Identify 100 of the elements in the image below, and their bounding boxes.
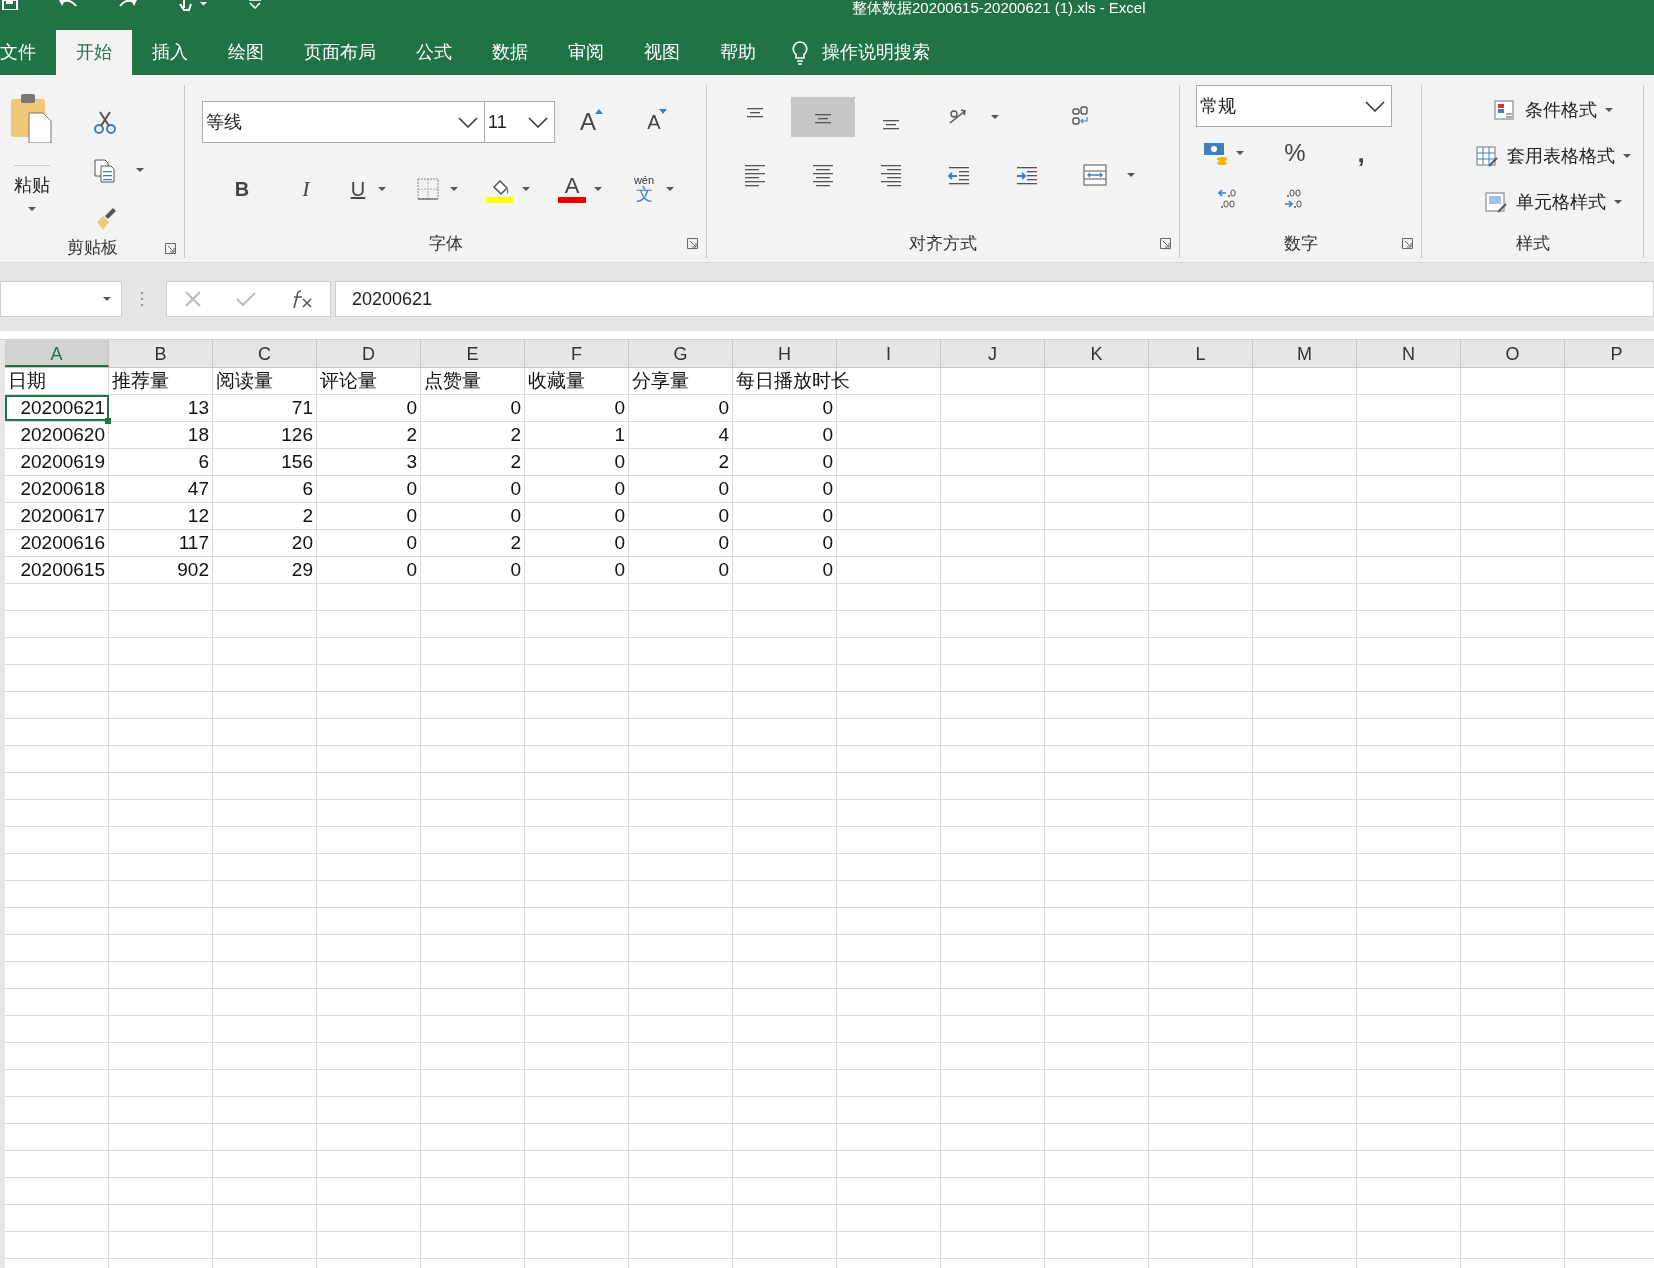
column-title: 阅读量 (216, 370, 273, 391)
ribbon-tab[interactable]: 审阅 (548, 30, 624, 75)
caret-icon[interactable] (594, 187, 602, 191)
column-header[interactable]: A (5, 340, 109, 367)
chevron-icon[interactable] (528, 116, 548, 128)
conditional-format-icon (1492, 98, 1517, 122)
column-header[interactable]: F (525, 340, 629, 367)
column-title: 日期 (8, 370, 46, 391)
window-title: 整体数据20200615-20200621 (1).xls - Excel (852, 0, 1146, 15)
comma-style-button[interactable]: , (1328, 133, 1394, 173)
column-title: 每日播放时长 (736, 370, 850, 391)
table-cell: 0 (406, 505, 417, 526)
column-header[interactable]: M (1253, 340, 1357, 367)
ribbon-tab[interactable]: 帮助 (700, 30, 776, 75)
table-cell: 3 (406, 451, 417, 472)
save-button[interactable] (2, 0, 18, 10)
chevron-icon[interactable] (458, 116, 478, 128)
percent-button[interactable]: % (1262, 133, 1328, 173)
table-cell: 2 (510, 451, 521, 472)
column-header[interactable]: N (1357, 340, 1461, 367)
hand-button[interactable] (178, 0, 208, 12)
chevron-icon[interactable] (1365, 100, 1385, 112)
ribbon-tab[interactable]: 视图 (624, 30, 700, 75)
italic-button[interactable]: I (274, 171, 338, 207)
table-cell: 0 (614, 532, 625, 553)
lightbulb-icon (792, 40, 808, 65)
table-cell: 12 (187, 505, 209, 526)
table-cell: 1 (614, 424, 625, 445)
ribbon-tab[interactable]: 页面布局 (284, 30, 396, 75)
active-cell[interactable]: 20200621 (5, 395, 109, 421)
table-cell: 117 (178, 532, 209, 553)
group-label: 样式 (1515, 233, 1550, 256)
caret-icon[interactable] (991, 115, 999, 119)
shrink-font-button[interactable]: A (621, 101, 687, 143)
dialog-launcher[interactable] (687, 238, 698, 249)
bold-button[interactable]: B (210, 171, 274, 207)
cell-styles-button[interactable]: 单元格样式 (1462, 183, 1643, 221)
column-header[interactable]: K (1045, 340, 1149, 367)
ribbon-tab[interactable]: 开始 (56, 30, 132, 75)
number-format-combobox[interactable]: 常规 (1196, 85, 1392, 127)
column-header[interactable]: O (1461, 340, 1565, 367)
caret-icon[interactable] (1127, 173, 1135, 177)
format-as-table-button[interactable]: 套用表格格式 (1462, 137, 1643, 175)
caret-icon[interactable] (522, 187, 530, 191)
table-cell: 126 (281, 424, 313, 445)
ribbon-tab[interactable]: 插入 (132, 30, 208, 75)
column-header[interactable]: D (317, 340, 421, 367)
borders-icon[interactable] (414, 175, 442, 203)
column-header[interactable]: C (213, 340, 317, 367)
caret-icon (1613, 200, 1622, 204)
ribbon-tab[interactable]: 绘图 (208, 30, 284, 75)
splitter-handle-icon[interactable] (140, 291, 144, 307)
up-triangle-icon (595, 109, 603, 114)
tell-me-search[interactable]: 操作说明搜索 (792, 30, 930, 75)
column-header[interactable]: H (733, 340, 837, 367)
table-cell: 47 (187, 478, 209, 499)
formula-input[interactable]: 20200621 (335, 281, 1654, 317)
column-header[interactable]: P (1565, 340, 1654, 367)
column-header[interactable]: I (837, 340, 941, 367)
caret-icon[interactable] (378, 187, 386, 191)
caret-icon[interactable] (666, 187, 674, 191)
column-header[interactable]: G (629, 340, 733, 367)
dialog-launcher[interactable] (1160, 238, 1171, 249)
clipboard-icon[interactable] (9, 91, 55, 143)
paste-button[interactable]: 粘贴 (9, 91, 55, 211)
column-header[interactable]: L (1149, 340, 1253, 367)
column-header[interactable]: B (109, 340, 213, 367)
ribbon-tab[interactable]: 公式 (396, 30, 472, 75)
column-header[interactable]: E (421, 340, 525, 367)
caret-icon[interactable] (1236, 151, 1244, 155)
dialog-launcher[interactable] (1402, 238, 1413, 249)
table-cell: 0 (406, 397, 417, 418)
merge-center-icon[interactable] (1081, 161, 1109, 189)
ribbon-tab[interactable]: 文件 (0, 30, 56, 75)
font-size-combobox[interactable]: 11 (485, 101, 555, 143)
column-header[interactable]: J (941, 340, 1045, 367)
table-cell: 0 (406, 532, 417, 553)
ribbon-tab[interactable]: 数据 (472, 30, 548, 75)
group-label: 字体 (428, 233, 463, 256)
caret-icon[interactable] (450, 187, 458, 191)
caret-icon[interactable] (28, 207, 36, 211)
table-cell: 0 (510, 505, 521, 526)
caret-icon[interactable] (136, 168, 144, 172)
grow-font-button[interactable]: A (555, 101, 621, 143)
customize-button[interactable] (248, 0, 262, 9)
dialog-launcher[interactable] (165, 243, 176, 254)
fill-handle[interactable] (105, 418, 111, 424)
font-name-combobox[interactable]: 等线 (202, 101, 485, 143)
table-cell: 0 (510, 478, 521, 499)
phonetic-guide-button[interactable]: wén 文 (622, 169, 666, 209)
table-cell: 13 (187, 397, 209, 418)
table-cell: 0 (718, 397, 729, 418)
caret-icon[interactable] (103, 297, 111, 301)
insert-function-icon[interactable] (290, 289, 313, 309)
table-cell: 156 (281, 451, 313, 472)
table-cell: 20200615 (20, 559, 105, 580)
conditional-formatting-button[interactable]: 条件格式 (1462, 91, 1643, 129)
font-color-button[interactable]: A (550, 169, 594, 209)
table-cell: 6 (198, 451, 209, 472)
underline-button[interactable]: U (338, 171, 378, 207)
